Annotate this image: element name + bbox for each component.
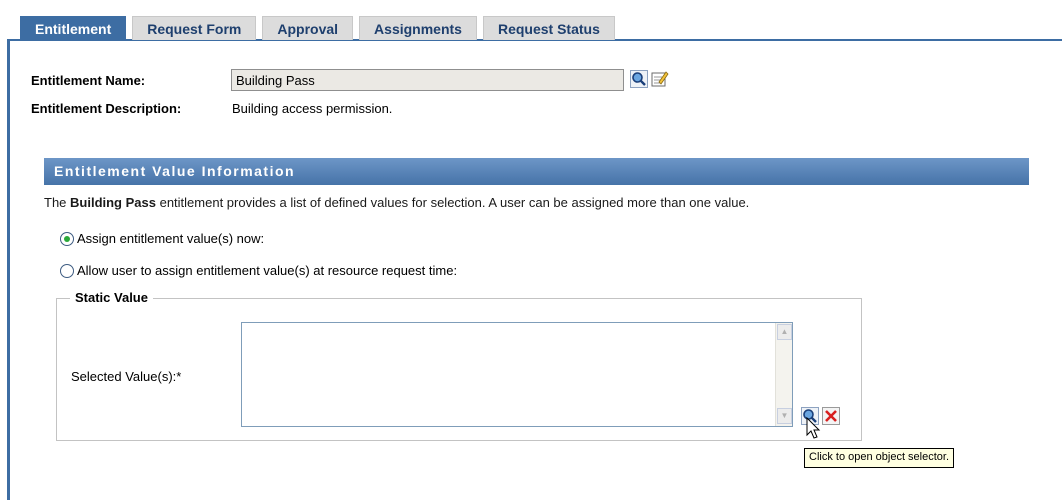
option-assign-at-request-label: Allow user to assign entitlement value(s… <box>77 263 458 278</box>
scrollbar[interactable]: ▲ ▼ <box>775 323 792 426</box>
lookup-button[interactable] <box>630 70 648 88</box>
scroll-up-arrow-icon[interactable]: ▲ <box>777 324 792 340</box>
scroll-down-arrow-icon[interactable]: ▼ <box>777 408 792 424</box>
option-assign-now-label: Assign entitlement value(s) now: <box>77 231 265 246</box>
magnifier-icon <box>630 70 648 88</box>
entitlement-description-value: Building access permission. <box>232 101 393 116</box>
intro-prefix: The <box>44 195 71 210</box>
tab-entitlement[interactable]: Entitlement <box>20 16 127 40</box>
delete-x-icon <box>822 407 840 425</box>
selected-values-list[interactable]: ▲ ▼ <box>241 322 793 427</box>
section-header: Entitlement Value Information <box>44 158 1029 185</box>
radio-assign-now[interactable] <box>60 231 74 246</box>
tab-request-status[interactable]: Request Status <box>482 16 615 40</box>
intro-entitlement-name: Building Pass <box>70 195 156 210</box>
entitlement-name-field[interactable] <box>231 69 624 91</box>
option-assign-at-request[interactable]: Allow user to assign entitlement value(s… <box>60 263 457 278</box>
static-value-legend: Static Value <box>70 290 153 305</box>
tab-assignments[interactable]: Assignments <box>359 16 477 40</box>
left-border <box>7 40 10 500</box>
object-selector-tooltip: Click to open object selector. <box>804 448 955 468</box>
mouse-cursor-icon <box>806 417 821 439</box>
edit-button[interactable] <box>651 70 669 88</box>
entitlement-name-label: Entitlement Name: <box>31 73 146 88</box>
radio-assign-at-request[interactable] <box>60 263 74 278</box>
tab-approval[interactable]: Approval <box>262 16 354 40</box>
selected-values-label: Selected Value(s):* <box>71 369 182 384</box>
tab-request-form[interactable]: Request Form <box>132 16 257 40</box>
intro-text: The Building Pass entitlement provides a… <box>44 195 749 210</box>
intro-suffix: entitlement provides a list of defined v… <box>155 195 750 210</box>
edit-icon <box>651 71 669 87</box>
tab-bar: Entitlement Request Form Approval Assign… <box>20 16 621 40</box>
option-assign-now[interactable]: Assign entitlement value(s) now: <box>60 231 264 246</box>
entitlement-description-label: Entitlement Description: <box>31 101 182 116</box>
remove-value-button[interactable] <box>822 407 840 425</box>
